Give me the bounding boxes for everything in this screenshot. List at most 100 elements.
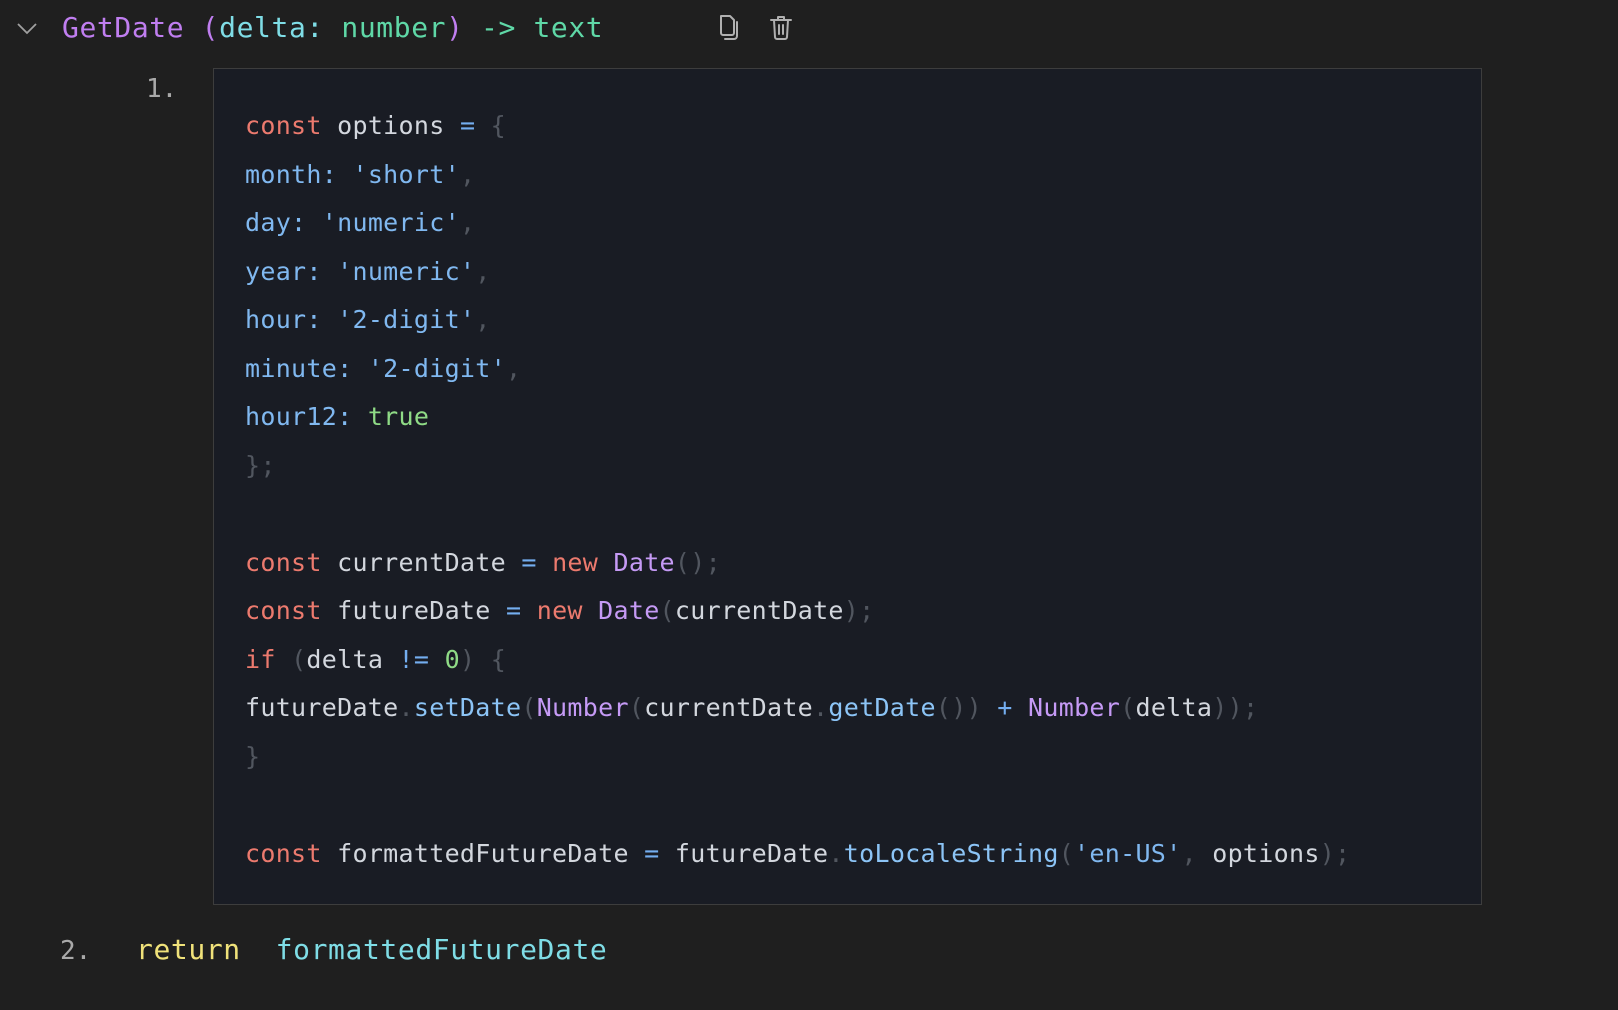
punctuation-token: . [828, 838, 844, 868]
keyword-token: const [245, 111, 322, 140]
class-token: Number [536, 693, 629, 722]
step-number: 2. [60, 936, 92, 966]
keyword-token: new [552, 547, 599, 577]
keyword-token: const [245, 596, 322, 625]
class-token: Number [1028, 693, 1121, 722]
identifier-token: options [1212, 838, 1320, 868]
punctuation-token: ()) [935, 693, 982, 722]
param-name: delta: [219, 11, 324, 44]
return-statement[interactable]: return formattedFutureDate [136, 932, 607, 968]
class-token: Date [613, 547, 675, 577]
number-token: 0 [444, 644, 460, 674]
param-type: number [341, 11, 447, 44]
property-token: hour12: [245, 402, 353, 431]
return-type: text [533, 11, 604, 44]
function-header: GetDate (delta: number) -> text [0, 0, 1618, 56]
punctuation-token: , [475, 256, 491, 286]
code-line: const options = { [245, 106, 1350, 155]
punctuation-token: . [813, 693, 829, 722]
punctuation-token: ( [1120, 693, 1136, 722]
identifier-token: futureDate [337, 596, 491, 625]
code-line: if (delta != 0) { [245, 640, 1350, 689]
code-line: const futureDate = new Date(currentDate)… [245, 591, 1350, 640]
punctuation-token: , [459, 159, 476, 189]
punctuation-token: } [245, 741, 261, 771]
return-keyword: return [136, 933, 241, 966]
close-paren: ) [446, 11, 464, 44]
method-token: getDate [828, 693, 936, 722]
keyword-token: const [245, 838, 322, 868]
delete-button[interactable] [768, 13, 796, 43]
punctuation-token: ); [1319, 838, 1351, 868]
code-line: year: 'numeric', [245, 252, 1350, 301]
identifier-token: delta [306, 644, 384, 674]
boolean-token: true [367, 402, 430, 431]
identifier-token: delta [1135, 693, 1213, 722]
copy-icon [720, 15, 738, 40]
keyword-token: new [536, 596, 583, 625]
trash-icon [770, 16, 792, 40]
punctuation-token: )); [1212, 693, 1259, 722]
code-line: minute: '2-digit', [245, 349, 1350, 398]
code-content[interactable]: const options = {month: 'short', day: 'nu… [245, 106, 1350, 882]
return-value[interactable]: formattedFutureDate [276, 933, 608, 966]
code-line: futureDate.setDate(Number(currentDate.ge… [245, 688, 1350, 737]
punctuation-token: ( [628, 693, 645, 722]
code-line: } [245, 737, 1350, 786]
string-token: '2-digit' [337, 305, 476, 334]
code-line: const formattedFutureDate = futureDate.t… [245, 834, 1350, 883]
punctuation-token: { [490, 644, 507, 674]
punctuation-token: { [490, 111, 507, 140]
string-token: 'numeric' [337, 256, 476, 286]
operator-token: = [644, 838, 660, 868]
identifier-token: currentDate [674, 596, 844, 625]
punctuation-token: ( [291, 644, 307, 674]
keyword-token: const [245, 547, 322, 577]
step-number: 1. [146, 74, 178, 104]
punctuation-token: ( [1058, 838, 1075, 868]
method-token: toLocaleString [843, 838, 1059, 868]
code-line: hour: '2-digit', [245, 300, 1350, 349]
return-arrow: -> [481, 11, 516, 44]
identifier-token: options [337, 111, 445, 140]
property-token: day: [245, 208, 307, 237]
property-token: month: [245, 159, 338, 189]
code-line: hour12: true [245, 397, 1350, 446]
operator-token: = [506, 596, 522, 625]
identifier-token: futureDate [245, 693, 399, 722]
punctuation-token: , [475, 305, 491, 334]
string-token: 'numeric' [321, 208, 460, 237]
code-line: }; [245, 446, 1350, 495]
identifier-token: futureDate [674, 838, 829, 868]
punctuation-token: ); [843, 596, 875, 625]
code-line: month: 'short', [245, 155, 1350, 204]
string-token: '2-digit' [367, 353, 506, 383]
punctuation-token: , [506, 353, 522, 383]
code-block[interactable]: const options = {month: 'short', day: 'nu… [213, 68, 1482, 905]
operator-token: + [997, 693, 1013, 722]
punctuation-token: , [459, 208, 476, 237]
property-token: minute: [245, 353, 353, 383]
code-line: const currentDate = new Date(); [245, 543, 1350, 592]
open-paren: ( [201, 11, 220, 44]
identifier-token: currentDate [644, 693, 814, 722]
operator-token: = [521, 547, 537, 577]
keyword-token: if [245, 644, 276, 674]
punctuation-token: . [398, 693, 414, 722]
method-token: setDate [413, 693, 522, 722]
punctuation-token: (); [674, 547, 721, 577]
class-token: Date [598, 596, 660, 625]
operator-token: = [459, 111, 476, 140]
string-token: 'short' [352, 159, 460, 189]
punctuation-token: , [1181, 838, 1197, 868]
chevron-down-icon[interactable] [16, 17, 38, 39]
property-token: hour: [245, 305, 322, 334]
punctuation-token: ) [459, 644, 476, 674]
function-signature: GetDate (delta: number) -> text [62, 10, 603, 46]
punctuation-token: }; [245, 450, 276, 480]
copy-button[interactable] [716, 13, 744, 43]
code-line: day: 'numeric', [245, 203, 1350, 252]
function-name[interactable]: GetDate [62, 11, 184, 44]
identifier-token: formattedFutureDate [337, 838, 629, 868]
